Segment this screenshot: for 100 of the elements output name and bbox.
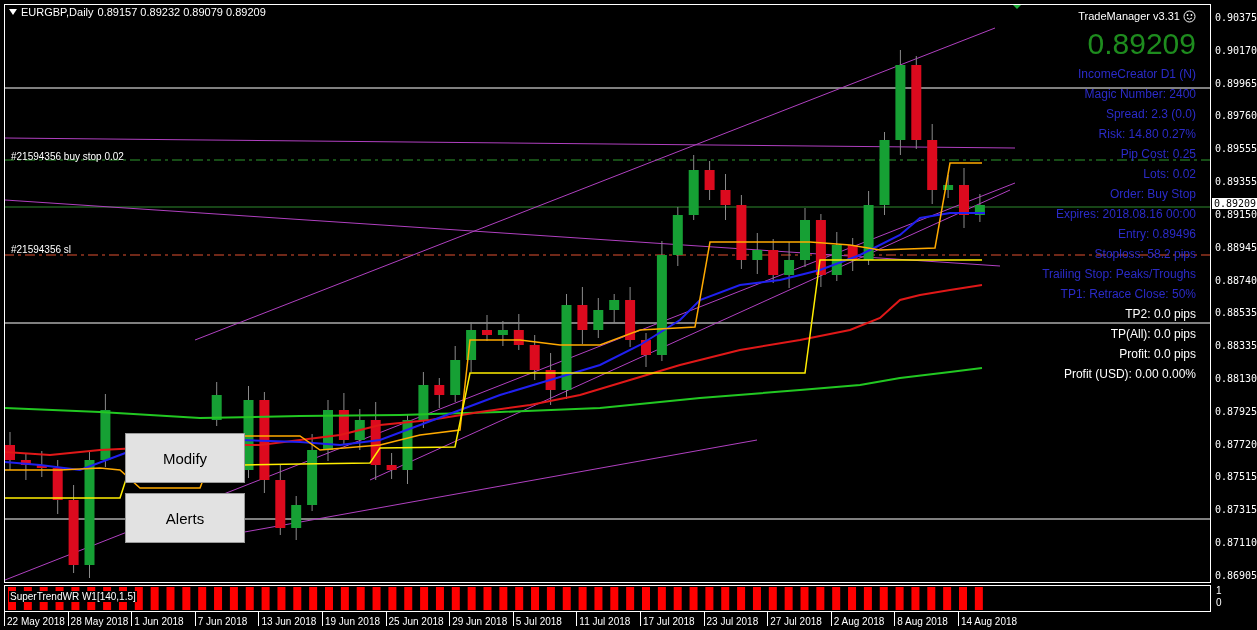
price-tick: 0.90375 [1215,11,1257,25]
price-tick: 0.87720 [1215,437,1257,452]
order-label: #21594356 buy stop 0.02 [11,151,124,162]
info-line: TP2: 0.0 pips [1125,306,1196,323]
date-tick: 14 Aug 2018 [957,612,1022,626]
price-tick: 0.88130 [1215,371,1257,386]
date-tick: 23 Jul 2018 [703,612,768,626]
candle [52,459,63,515]
info-line: TP1: Retrace Close: 50% [1060,286,1196,303]
smiley-icon [1183,9,1196,23]
candle [704,160,715,201]
candle [672,206,683,267]
candle [720,173,731,221]
candle [36,450,47,478]
candle [450,345,461,403]
price-tick: 0.88740 [1215,273,1257,288]
info-line: Lots: 0.02 [1143,166,1196,183]
dropdown-icon[interactable] [9,9,17,15]
info-line: Trailing Stop: Peaks/Troughs [1042,266,1196,283]
price-tick: 0.88335 [1215,339,1257,354]
candle [402,413,413,485]
candle [593,297,604,339]
date-tick: 28 May 2018 [67,612,132,626]
date-tick: 2 Aug 2018 [830,612,895,626]
modify-button[interactable]: Modify [125,433,245,483]
candle [20,452,31,481]
price-tick: 0.88945 [1215,240,1257,255]
candle [466,321,477,373]
order-label: #21594356 sl [11,244,72,255]
date-tick: 25 Jun 2018 [385,612,450,626]
triangle-icon [1012,5,1022,9]
price-tick: 0.89150 [1215,207,1257,222]
candle [752,232,763,275]
price-tick: 0.89355 [1215,175,1257,190]
date-tick: 27 Jul 2018 [767,612,831,626]
price-tick: 0.90170 [1215,43,1257,58]
candle [338,392,349,446]
scale-tick: 0 [1216,597,1223,609]
info-line: Magic Number: 2400 [1084,86,1196,103]
current-price: 0.89209 [1087,26,1196,62]
date-tick: 8 Aug 2018 [894,612,958,626]
scale-tick: 1 [1216,585,1223,597]
candle [625,286,636,348]
info-line: Spread: 2.3 (0.0) [1105,106,1196,123]
candle [434,377,445,409]
info-line: Profit (USD): 0.00 0.00% [1063,366,1196,383]
candle [609,293,620,324]
candle [959,167,969,229]
alerts-button[interactable]: Alerts [125,493,245,543]
candle [513,313,524,351]
info-line: Profit: 0.0 pips [1119,346,1196,363]
date-tick: 13 Jun 2018 [258,612,322,626]
candle [529,334,540,381]
price-tick: 0.88535 [1215,306,1257,321]
price-tick: 0.89555 [1215,142,1257,157]
date-tick: 17 Jul 2018 [639,612,704,626]
candle [291,495,302,541]
candle [768,238,779,284]
panel-title: TradeManager v3.31 [1078,10,1180,22]
price-tick: 0.87315 [1215,503,1257,518]
info-line: Stoploss: 58.2 pips [1094,246,1196,263]
candle [688,154,699,221]
info-line: Entry: 0.89496 [1117,226,1196,243]
info-line: Pip Cost: 0.25 [1120,146,1196,163]
price-tick: 0.89965 [1215,76,1257,91]
price-tick: 0.87515 [1215,470,1257,485]
info-line: Risk: 14.80 0.27% [1098,126,1196,143]
ohlc-quote: 0.89157 0.89232 0.89079 0.89209 [97,6,266,18]
candle [831,231,842,282]
candle [275,464,286,536]
price-tick: 0.86905 [1215,568,1257,583]
symbol-title: EURGBP,Daily [21,6,94,18]
date-tick: 1 Jun 2018 [131,612,195,626]
date-tick: 11 Jul 2018 [576,612,640,626]
candle [847,237,858,272]
indicator-label: SuperTrendWR W1[140,1.5] [9,591,137,602]
date-tick: 5 Jul 2018 [512,612,577,626]
candle [482,314,492,342]
info-line: Order: Buy Stop [1109,186,1196,203]
info-line: TP(All): 0.0 pips [1110,326,1196,343]
date-tick: 7 Jun 2018 [194,612,259,626]
candle [943,174,954,199]
candle [5,431,15,471]
date-tick: 22 May 2018 [4,612,68,626]
price-tick: 0.89760 [1215,109,1257,124]
info-line: Expires: 2018.08.16 00:00 [1055,206,1196,223]
price-tag: 0.89209 [1212,198,1257,209]
info-line: IncomeCreator D1 (N) [1077,66,1196,83]
date-tick: 19 Jun 2018 [321,612,386,626]
price-tick: 0.87110 [1215,536,1257,550]
candle [545,352,556,406]
candle [323,399,333,462]
candle [497,320,508,347]
candle [577,286,588,345]
candle [211,381,222,427]
candle [641,332,651,368]
date-tick: 29 Jun 2018 [449,612,513,626]
candle [974,193,985,223]
price-tick: 0.87925 [1215,404,1257,419]
candle [386,452,397,480]
